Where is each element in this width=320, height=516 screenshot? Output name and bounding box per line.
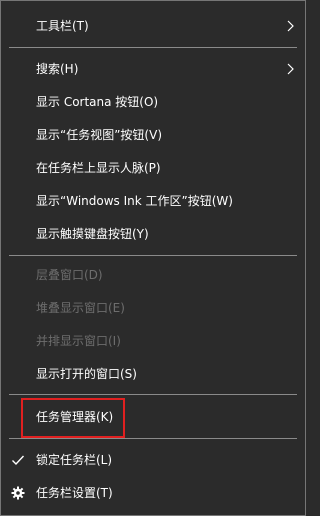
menu-item-show-cortana[interactable]: 显示 Cortana 按钮(O) bbox=[1, 86, 305, 118]
gear-icon bbox=[11, 486, 25, 500]
menu-item-search[interactable]: 搜索(H) bbox=[1, 53, 305, 85]
menu-item-show-task-view[interactable]: 显示“任务视图”按钮(V) bbox=[1, 119, 305, 151]
highlight-box bbox=[21, 398, 125, 438]
menu-item-show-open-windows[interactable]: 显示打开的窗口(S) bbox=[1, 358, 305, 390]
menu-item-label: 显示 Cortana 按钮(O) bbox=[36, 95, 159, 109]
menu-item-label: 任务栏设置(T) bbox=[36, 486, 113, 500]
menu-item-label: 并排显示窗口(I) bbox=[36, 334, 121, 348]
chevron-right-icon bbox=[287, 63, 294, 75]
menu-item-lock-taskbar[interactable]: 锁定任务栏(L) bbox=[1, 444, 305, 476]
menu-item-taskbar-settings[interactable]: 任务栏设置(T) bbox=[1, 477, 305, 509]
menu-item-label: 工具栏(T) bbox=[36, 19, 89, 33]
menu-item-label: 锁定任务栏(L) bbox=[36, 453, 113, 467]
menu-item-show-touch-keyboard[interactable]: 显示触摸键盘按钮(Y) bbox=[1, 218, 305, 250]
menu-item-label: 搜索(H) bbox=[36, 62, 79, 76]
menu-item-side-by-side-windows: 并排显示窗口(I) bbox=[1, 325, 305, 357]
menu-item-show-people[interactable]: 在任务栏上显示人脉(P) bbox=[1, 152, 305, 184]
menu-item-toolbars[interactable]: 工具栏(T) bbox=[1, 10, 305, 42]
menu-separator bbox=[9, 394, 297, 395]
menu-item-stacked-windows: 堆叠显示窗口(E) bbox=[1, 292, 305, 324]
menu-item-label: 堆叠显示窗口(E) bbox=[36, 301, 125, 315]
chevron-right-icon bbox=[287, 20, 294, 32]
menu-item-label: 显示“Windows Ink 工作区”按钮(W) bbox=[36, 194, 233, 208]
menu-item-label: 显示打开的窗口(S) bbox=[36, 367, 137, 381]
menu-item-label: 层叠窗口(D) bbox=[36, 268, 103, 282]
menu-separator bbox=[9, 438, 297, 439]
checkmark-icon bbox=[12, 455, 25, 466]
menu-item-show-ink-workspace[interactable]: 显示“Windows Ink 工作区”按钮(W) bbox=[1, 185, 305, 217]
menu-separator bbox=[9, 255, 297, 256]
menu-item-label: 显示触摸键盘按钮(Y) bbox=[36, 227, 149, 241]
taskbar-context-menu: 工具栏(T) 搜索(H) 显示 Cortana 按钮(O) 显示“任务视图”按钮… bbox=[0, 0, 306, 516]
menu-item-cascade-windows: 层叠窗口(D) bbox=[1, 259, 305, 291]
menu-item-label: 显示“任务视图”按钮(V) bbox=[36, 128, 163, 142]
menu-item-label: 在任务栏上显示人脉(P) bbox=[36, 161, 161, 175]
menu-separator bbox=[9, 47, 297, 48]
